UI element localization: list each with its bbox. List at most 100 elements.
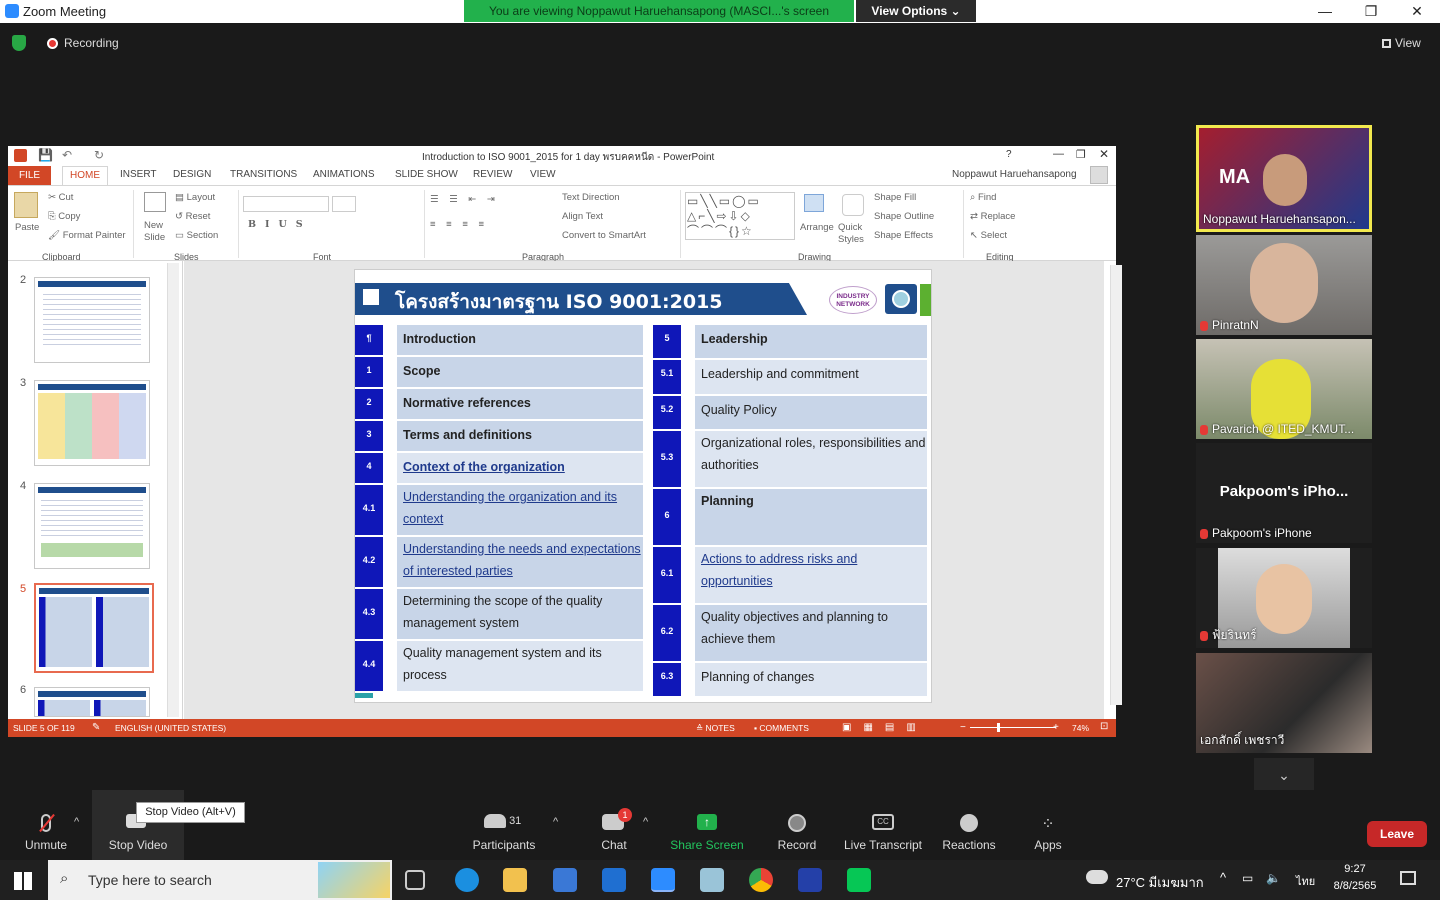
clock-time[interactable]: 9:27 — [1330, 863, 1380, 875]
notes-button[interactable]: ≙ NOTES — [696, 723, 735, 734]
user-avatar[interactable] — [1090, 166, 1108, 184]
app-icon[interactable] — [700, 868, 724, 892]
reactions-button[interactable]: Reactions — [940, 790, 998, 860]
task-view-icon[interactable] — [405, 870, 425, 890]
tab-review[interactable]: REVIEW — [473, 169, 512, 180]
section-button[interactable]: ▭ Section — [175, 230, 218, 241]
webex-icon[interactable] — [798, 868, 822, 892]
slide-thumbnail[interactable] — [34, 687, 150, 717]
line-app-icon[interactable] — [847, 868, 871, 892]
zoom-out-button[interactable]: − — [960, 722, 966, 733]
input-language[interactable]: ไทย — [1296, 872, 1315, 890]
chat-options-caret[interactable]: ^ — [643, 816, 648, 828]
text-direction-button[interactable]: Text Direction — [562, 192, 620, 203]
view-button[interactable]: View — [1382, 36, 1421, 50]
paste-icon[interactable] — [14, 192, 38, 218]
slide-thumbnail[interactable] — [34, 277, 150, 363]
volume-icon[interactable]: 🔈 — [1266, 871, 1281, 885]
slide-thumbnail[interactable] — [34, 483, 150, 569]
find-button[interactable]: ⌕ Find — [970, 192, 996, 203]
help-icon[interactable]: ? — [1006, 149, 1012, 160]
close-button[interactable]: ✕ — [1394, 0, 1440, 22]
quick-styles-icon[interactable] — [842, 194, 864, 216]
tab-view[interactable]: VIEW — [530, 169, 556, 180]
participant-tile[interactable]: Pavarich @ ITED_KMUT... — [1196, 339, 1372, 439]
fit-slide-icon[interactable]: ⊡ — [1100, 721, 1108, 732]
shape-effects-button[interactable]: Shape Effects — [874, 230, 933, 241]
new-slide-button[interactable]: New Slide — [144, 220, 170, 244]
comments-button[interactable]: ▪ COMMENTS — [754, 723, 809, 733]
zoom-slider-track[interactable] — [970, 727, 1056, 728]
spellcheck-icon[interactable]: ✎ — [92, 722, 100, 733]
cut-button[interactable]: ✂ Cut — [48, 192, 73, 203]
slide-thumbnail[interactable] — [34, 380, 150, 466]
language-indicator[interactable]: ENGLISH (UNITED STATES) — [115, 723, 226, 733]
convert-smartart-button[interactable]: Convert to SmartArt — [562, 230, 646, 241]
tab-animations[interactable]: ANIMATIONS — [313, 169, 374, 180]
unmute-button[interactable]: Unmute — [20, 790, 72, 860]
ppt-restore-button[interactable]: ❐ — [1076, 148, 1086, 161]
arrange-button[interactable]: Arrange — [800, 222, 834, 233]
participant-tile[interactable]: PinratnN — [1196, 235, 1372, 335]
tab-file[interactable]: FILE — [8, 166, 51, 185]
gallery-scroll-down-button[interactable]: ⌄ — [1254, 758, 1314, 792]
participant-tile[interactable]: ฟ้ยรินทร์ — [1196, 548, 1372, 648]
slide-scrollbar[interactable] — [1110, 265, 1122, 705]
shapes-gallery[interactable]: ▭╲╲▭◯▭ △⌐╲⇨⇩◇ ⌒⌒⌒{}☆ — [685, 192, 795, 240]
leave-button[interactable]: Leave — [1367, 821, 1427, 847]
shape-outline-button[interactable]: Shape Outline — [874, 211, 934, 222]
ppt-user-name[interactable]: Noppawut Haruehansapong — [952, 169, 1077, 180]
redo-icon[interactable]: ↻ — [94, 148, 104, 162]
participants-options-caret[interactable]: ^ — [553, 816, 558, 828]
copy-button[interactable]: ⎘ Copy — [48, 211, 80, 222]
edge-browser-icon[interactable] — [455, 868, 479, 892]
weather-text[interactable]: 27°C มีเมฆมาก — [1116, 872, 1204, 893]
tab-design[interactable]: DESIGN — [173, 169, 211, 180]
recording-label[interactable]: Recording — [64, 36, 119, 50]
participants-button[interactable]: 31 Participants — [468, 790, 540, 860]
security-shield-icon[interactable] — [12, 35, 26, 51]
network-icon[interactable]: ▭ — [1242, 871, 1253, 885]
font-name-box[interactable] — [243, 196, 329, 212]
notifications-icon[interactable] — [1400, 871, 1416, 885]
replace-button[interactable]: ⇄ Replace — [970, 211, 1015, 222]
chrome-icon[interactable] — [749, 868, 773, 892]
zoom-level[interactable]: 74% — [1072, 723, 1089, 733]
tab-slide-show[interactable]: SLIDE SHOW — [395, 169, 458, 180]
minimize-button[interactable]: — — [1302, 0, 1348, 22]
quick-styles-button[interactable]: Quick Styles — [838, 222, 868, 246]
new-slide-icon[interactable] — [144, 192, 166, 212]
file-explorer-icon[interactable] — [503, 868, 527, 892]
weather-cloud-icon[interactable] — [1086, 870, 1108, 884]
participant-tile[interactable]: เอกสักดิ์ เพชราวี — [1196, 653, 1372, 753]
chat-button[interactable]: 1 Chat — [592, 790, 636, 860]
font-size-box[interactable] — [332, 196, 356, 212]
save-icon[interactable]: 💾 — [38, 148, 53, 162]
clock-date[interactable]: 8/8/2565 — [1325, 880, 1385, 892]
zoom-taskbar-icon[interactable] — [651, 868, 675, 892]
format-painter-button[interactable]: 🖌 Format Painter — [48, 230, 126, 241]
restore-button[interactable]: ❐ — [1348, 0, 1394, 22]
zoom-in-button[interactable]: + — [1053, 722, 1059, 733]
windows-start-icon[interactable] — [14, 872, 32, 890]
audio-options-caret[interactable]: ^ — [74, 816, 79, 828]
ppt-close-button[interactable]: ✕ — [1099, 147, 1109, 161]
reset-button[interactable]: ↺ Reset — [175, 211, 210, 222]
list-buttons[interactable]: ☰ ☰ ⇤ ⇥ — [430, 194, 499, 205]
arrange-icon[interactable] — [804, 194, 824, 212]
record-button[interactable]: Record — [772, 790, 822, 860]
taskbar-search-box[interactable]: ⌕ Type here to search — [48, 860, 392, 900]
share-screen-button[interactable]: ↑ Share Screen — [670, 790, 744, 860]
zoom-slider-thumb[interactable] — [997, 723, 1000, 732]
select-button[interactable]: ↖ Select — [970, 230, 1007, 241]
view-mode-buttons[interactable]: ▣▦▤▥ — [842, 722, 928, 733]
mail-icon[interactable] — [602, 868, 626, 892]
participant-tile[interactable]: Pakpoom's iPho... Pakpoom's iPhone — [1196, 443, 1372, 543]
tray-chevron-icon[interactable]: ^ — [1220, 870, 1226, 885]
align-buttons[interactable]: ≡ ≡ ≡ ≡ — [430, 219, 488, 230]
undo-icon[interactable]: ↶ — [62, 148, 72, 162]
slide-canvas[interactable]: โครงสร้างมาตรฐาน ISO 9001:2015 INDUSTRY … — [354, 269, 932, 703]
store-icon[interactable] — [553, 868, 577, 892]
tab-insert[interactable]: INSERT — [120, 169, 157, 180]
apps-button[interactable]: ⁘ Apps — [1026, 790, 1070, 860]
